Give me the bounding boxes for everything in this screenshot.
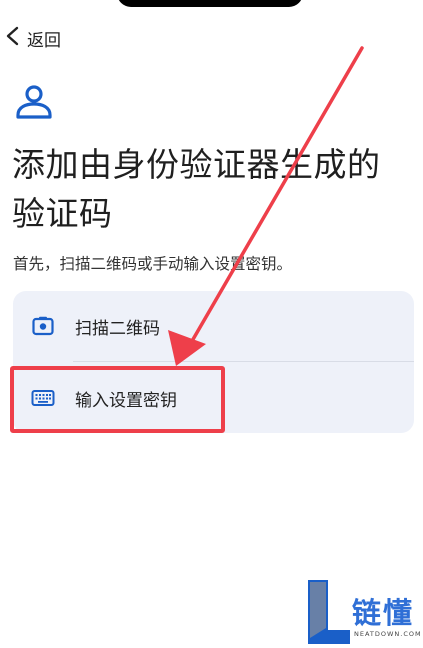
page-subtitle: 首先，扫描二维码或手动输入设置密钥。 — [13, 255, 293, 273]
watermark-logo: 链懂 NEATDOWN.COM — [306, 578, 421, 644]
watermark-brand: 链懂 — [352, 596, 415, 630]
account-icon — [14, 82, 54, 122]
back-label: 返回 — [27, 30, 61, 51]
page-title: 添加由身份验证器生成的验证码 — [12, 145, 381, 233]
chevron-left-icon — [4, 26, 22, 50]
annotation-highlight-box — [10, 366, 225, 433]
watermark-domain: NEATDOWN.COM — [354, 630, 422, 638]
back-button[interactable]: 返回 — [4, 25, 61, 51]
camera-icon — [31, 314, 55, 338]
scan-qr-option[interactable]: 扫描二维码 — [13, 291, 414, 361]
screen: 返回 添加由身份验证器生成的验证码 首先，扫描二维码或手动输入设置密钥。 扫描二… — [0, 0, 423, 648]
watermark-l-mark — [308, 580, 350, 644]
device-notch — [117, 0, 303, 7]
option-divider — [73, 361, 414, 362]
scan-qr-label: 扫描二维码 — [75, 318, 160, 339]
